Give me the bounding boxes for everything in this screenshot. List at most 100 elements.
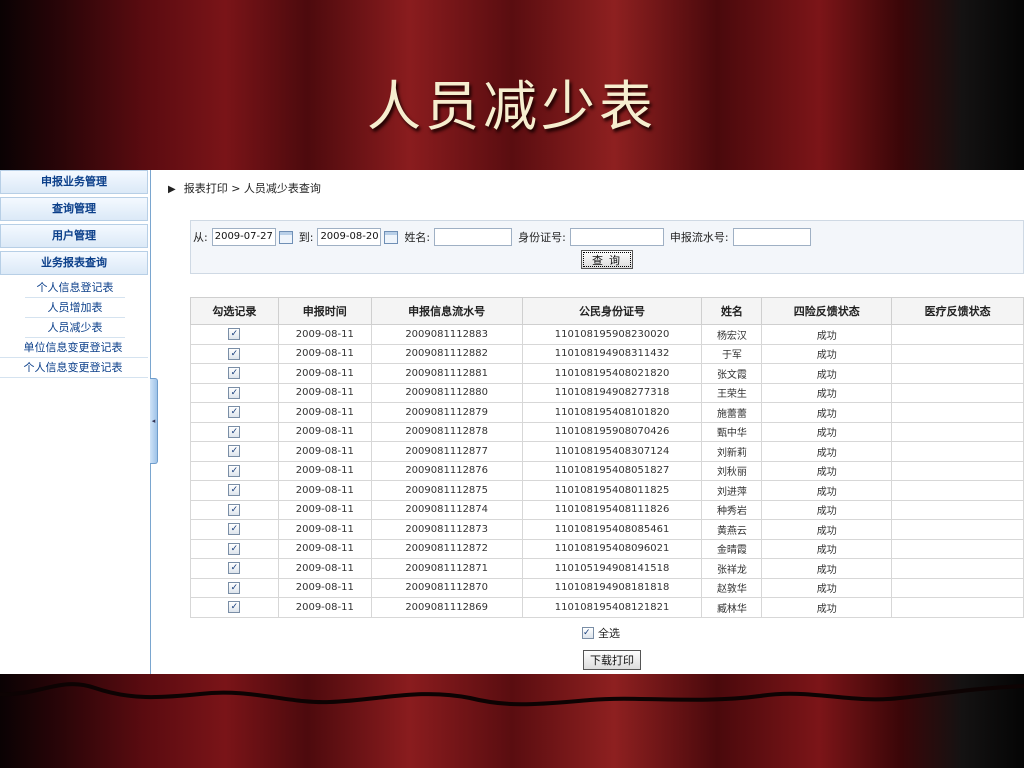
calendar-icon[interactable] bbox=[278, 230, 293, 244]
id-cell: 110108195408307124 bbox=[521, 441, 703, 462]
to-date-input[interactable] bbox=[317, 228, 382, 246]
table-row[interactable]: ✓ 2009-08-11 2009081112880 1101081949082773… bbox=[190, 382, 1024, 403]
row-checkbox[interactable]: ✓ bbox=[228, 542, 241, 555]
id-number-input[interactable] bbox=[569, 228, 664, 246]
serial-cell: 2009081112870 bbox=[370, 577, 523, 598]
id-cell: 110108195408101820 bbox=[521, 402, 703, 423]
download-print-button[interactable]: 下载打印 bbox=[583, 650, 641, 670]
sidebar-item-personal-change[interactable]: 个人信息变更登记表 bbox=[0, 358, 148, 378]
select-all-label: 全选 bbox=[598, 627, 620, 640]
select-cell[interactable]: ✓ bbox=[190, 460, 279, 481]
date-cell: 2009-08-11 bbox=[277, 519, 372, 540]
row-checkbox[interactable]: ✓ bbox=[228, 523, 241, 536]
serial-cell: 2009081112871 bbox=[370, 558, 523, 579]
row-checkbox[interactable]: ✓ bbox=[228, 503, 241, 516]
table-row[interactable]: ✓ 2009-08-11 2009081112877 1101081954083071… bbox=[190, 441, 1024, 462]
table-row[interactable]: ✓ 2009-08-11 2009081112882 1101081949083114… bbox=[190, 343, 1024, 364]
sidebar-cat-users[interactable]: 用户管理 bbox=[0, 224, 148, 248]
select-cell[interactable]: ✓ bbox=[190, 421, 279, 442]
row-checkbox[interactable]: ✓ bbox=[228, 425, 241, 438]
table-row[interactable]: ✓ 2009-08-11 2009081112875 1101081954080118… bbox=[190, 480, 1024, 501]
from-label: 从: bbox=[193, 231, 208, 244]
row-checkbox[interactable]: ✓ bbox=[228, 581, 241, 594]
four-insurance-status-cell: 成功 bbox=[761, 460, 893, 481]
name-cell: 赵敦华 bbox=[701, 577, 763, 598]
row-checkbox[interactable]: ✓ bbox=[228, 601, 241, 614]
select-cell[interactable]: ✓ bbox=[190, 382, 279, 403]
serial-cell: 2009081112877 bbox=[370, 441, 523, 462]
name-cell: 于军 bbox=[701, 343, 763, 364]
id-cell: 110108194908311432 bbox=[521, 343, 703, 364]
serial-input[interactable] bbox=[732, 228, 811, 246]
sidebar-item-staff-increase[interactable]: 人员增加表 bbox=[25, 298, 125, 318]
col-medical-status: 医疗反馈状态 bbox=[891, 297, 1024, 325]
col-name: 姓名 bbox=[701, 297, 763, 325]
date-cell: 2009-08-11 bbox=[277, 538, 372, 559]
sidebar-cat-query[interactable]: 查询管理 bbox=[0, 197, 148, 221]
select-cell[interactable]: ✓ bbox=[190, 402, 279, 423]
date-cell: 2009-08-11 bbox=[277, 421, 372, 442]
select-cell[interactable]: ✓ bbox=[190, 343, 279, 364]
select-cell[interactable]: ✓ bbox=[190, 499, 279, 520]
serial-cell: 2009081112882 bbox=[370, 343, 523, 364]
medical-status-cell bbox=[891, 441, 1024, 462]
table-row[interactable]: ✓ 2009-08-11 2009081112879 1101081954081018… bbox=[190, 402, 1024, 423]
medical-status-cell bbox=[891, 538, 1024, 559]
select-cell[interactable]: ✓ bbox=[190, 519, 279, 540]
row-checkbox[interactable]: ✓ bbox=[228, 367, 241, 380]
select-cell[interactable]: ✓ bbox=[190, 441, 279, 462]
row-checkbox[interactable]: ✓ bbox=[228, 562, 241, 575]
col-select: 勾选记录 bbox=[190, 297, 279, 325]
row-checkbox[interactable]: ✓ bbox=[228, 328, 241, 341]
table-row[interactable]: ✓ 2009-08-11 2009081112871 1101051949081415… bbox=[190, 558, 1024, 579]
table-body: ✓ 2009-08-11 2009081112883 1101081959082300… bbox=[190, 324, 1024, 618]
from-date-input[interactable] bbox=[211, 228, 276, 246]
id-cell: 110105194908141518 bbox=[521, 558, 703, 579]
select-cell[interactable]: ✓ bbox=[190, 324, 279, 345]
id-label: 身份证号: bbox=[518, 231, 566, 244]
table-row[interactable]: ✓ 2009-08-11 2009081112876 1101081954080518… bbox=[190, 460, 1024, 481]
sidebar-collapse-handle[interactable]: ◂ bbox=[150, 378, 158, 464]
table-row[interactable]: ✓ 2009-08-11 2009081112869 1101081954081218… bbox=[190, 597, 1024, 618]
row-checkbox[interactable]: ✓ bbox=[228, 347, 241, 360]
serial-cell: 2009081112879 bbox=[370, 402, 523, 423]
filter-row: 从: 到: 姓名: 身份证号: 申报流水号: bbox=[193, 227, 811, 247]
four-insurance-status-cell: 成功 bbox=[761, 402, 893, 423]
table-row[interactable]: ✓ 2009-08-11 2009081112870 1101081949081818… bbox=[190, 577, 1024, 598]
sidebar-item-unit-change[interactable]: 单位信息变更登记表 bbox=[0, 338, 148, 358]
date-cell: 2009-08-11 bbox=[277, 480, 372, 501]
table-row[interactable]: ✓ 2009-08-11 2009081112874 1101081954081118… bbox=[190, 499, 1024, 520]
select-all-checkbox[interactable]: ✓ bbox=[582, 627, 594, 639]
medical-status-cell bbox=[891, 402, 1024, 423]
sidebar-cat-reports[interactable]: 业务报表查询 bbox=[0, 251, 148, 275]
date-cell: 2009-08-11 bbox=[277, 324, 372, 345]
select-all[interactable]: ✓ 全选 bbox=[582, 625, 620, 641]
sidebar-cat-declare[interactable]: 申报业务管理 bbox=[0, 170, 148, 194]
name-input[interactable] bbox=[434, 228, 513, 246]
row-checkbox[interactable]: ✓ bbox=[228, 484, 241, 497]
select-cell[interactable]: ✓ bbox=[190, 363, 279, 384]
id-cell: 110108195908070426 bbox=[521, 421, 703, 442]
table-row[interactable]: ✓ 2009-08-11 2009081112873 1101081954080854… bbox=[190, 519, 1024, 540]
sidebar-item-staff-decrease[interactable]: 人员减少表 bbox=[25, 318, 125, 338]
table-row[interactable]: ✓ 2009-08-11 2009081112881 1101081954080218… bbox=[190, 363, 1024, 384]
four-insurance-status-cell: 成功 bbox=[761, 382, 893, 403]
select-cell[interactable]: ✓ bbox=[190, 558, 279, 579]
row-checkbox[interactable]: ✓ bbox=[228, 386, 241, 399]
table-row[interactable]: ✓ 2009-08-11 2009081112872 1101081954080960… bbox=[190, 538, 1024, 559]
row-checkbox[interactable]: ✓ bbox=[228, 445, 241, 458]
results-table: 勾选记录 申报时间 申报信息流水号 公民身份证号 姓名 四险反馈状态 医疗反馈状… bbox=[190, 297, 1024, 618]
four-insurance-status-cell: 成功 bbox=[761, 577, 893, 598]
select-cell[interactable]: ✓ bbox=[190, 480, 279, 501]
select-cell[interactable]: ✓ bbox=[190, 597, 279, 618]
curtain-bottom bbox=[0, 674, 1024, 768]
row-checkbox[interactable]: ✓ bbox=[228, 406, 241, 419]
calendar-icon[interactable] bbox=[384, 230, 399, 244]
sidebar-item-personal-info[interactable]: 个人信息登记表 bbox=[25, 278, 125, 298]
row-checkbox[interactable]: ✓ bbox=[228, 464, 241, 477]
table-row[interactable]: ✓ 2009-08-11 2009081112883 1101081959082300… bbox=[190, 324, 1024, 345]
select-cell[interactable]: ✓ bbox=[190, 577, 279, 598]
table-row[interactable]: ✓ 2009-08-11 2009081112878 1101081959080704… bbox=[190, 421, 1024, 442]
select-cell[interactable]: ✓ bbox=[190, 538, 279, 559]
query-button[interactable]: 查询 bbox=[581, 250, 633, 269]
